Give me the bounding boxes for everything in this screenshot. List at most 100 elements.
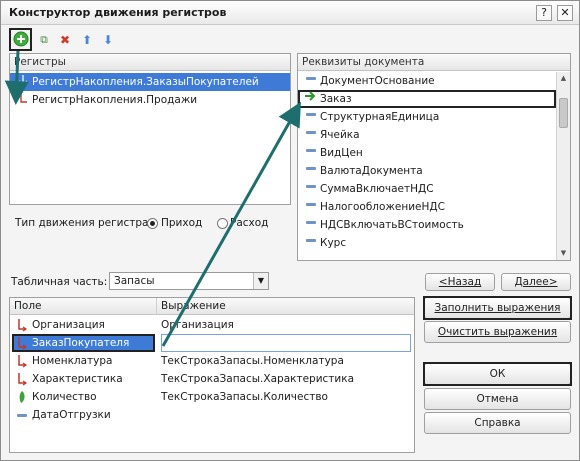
title-bar: Конструктор движения регистров ? ✕ <box>1 1 579 25</box>
help-icon[interactable]: ? <box>536 5 552 21</box>
radio-income[interactable] <box>147 218 158 229</box>
register-item-label: РегистрНакопления.ЗаказыПокупателей <box>32 76 259 88</box>
grid-header-expr: Выражение <box>157 298 414 315</box>
move-up-icon[interactable]: ⬆ <box>78 31 96 49</box>
attribute-icon <box>304 108 318 126</box>
requisite-item[interactable]: Ячейка <box>298 126 556 144</box>
requisite-item[interactable]: Курс <box>298 234 556 252</box>
field-cell: Организация <box>32 319 105 331</box>
copy-icon[interactable]: ⧉ <box>35 31 53 49</box>
back-button-label: <Назад <box>438 276 482 288</box>
help-button-label: Справка <box>474 417 521 429</box>
requisite-item-label: Заказ <box>320 93 352 105</box>
table-row[interactable]: ЗаказПокупателя <box>10 334 414 352</box>
attribute-icon <box>304 180 318 198</box>
table-row[interactable]: Характеристика ТекСтрокаЗапасы.Характерис… <box>10 370 414 388</box>
scroll-thumb[interactable] <box>559 98 568 128</box>
requisite-item-label: ДокументОснование <box>320 75 435 87</box>
dimension-icon <box>16 352 28 370</box>
field-cell: ДатаОтгрузки <box>32 409 111 421</box>
close-icon[interactable]: ✕ <box>557 5 573 21</box>
requisite-item[interactable]: СуммаВключаетНДС <box>298 180 556 198</box>
register-icon <box>16 73 30 93</box>
radio-expense[interactable] <box>217 218 228 229</box>
move-down-icon[interactable]: ⬇ <box>99 31 117 49</box>
register-movement-wizard-window: Конструктор движения регистров ? ✕ ⧉ ✖ ⬆… <box>0 0 580 461</box>
dimension-icon <box>16 334 28 352</box>
delete-icon[interactable]: ✖ <box>56 31 74 49</box>
attribute-icon <box>16 406 28 424</box>
dimension-icon <box>16 370 28 388</box>
clear-expressions-button[interactable]: Очистить выражения <box>424 321 571 343</box>
tabular-part-select[interactable]: Запасы ▼ <box>109 272 269 290</box>
cancel-button-label: Отмена <box>476 393 519 405</box>
help-button[interactable]: Справка <box>424 412 571 434</box>
requisite-item-label: ВалютаДокумента <box>320 165 423 177</box>
requisite-item[interactable]: НДСВключатьВСтоимость <box>298 216 556 234</box>
add-circle-icon <box>13 31 29 47</box>
table-row[interactable]: Организация Организация <box>10 316 414 334</box>
requisite-item[interactable]: ВалютаДокумента <box>298 162 556 180</box>
table-row[interactable]: ДатаОтгрузки <box>10 406 414 424</box>
grid-body: Организация Организация ЗаказПокупателя Ном… <box>10 316 414 452</box>
requisite-item-label: НалогообложениеНДС <box>320 201 445 213</box>
next-button[interactable]: Далее> <box>501 273 571 291</box>
fill-button-highlight <box>423 296 572 320</box>
registers-header: Регистры <box>10 54 290 71</box>
back-button[interactable]: <Назад <box>425 273 495 291</box>
attribute-icon <box>304 72 318 90</box>
requisite-item[interactable]: СтруктурнаяЕдиница <box>298 108 556 126</box>
resource-icon <box>16 388 28 406</box>
register-item[interactable]: РегистрНакопления.ЗаказыПокупателей <box>10 73 290 91</box>
requisites-header: Реквизиты документа <box>298 54 570 71</box>
register-icon <box>16 91 30 111</box>
requisites-list: ДокументОснование Заказ СтруктурнаяЕдиница… <box>298 72 556 252</box>
field-cell: Количество <box>32 391 97 403</box>
add-register-button[interactable] <box>12 31 30 49</box>
register-item[interactable]: РегистрНакопления.Продажи <box>10 91 290 109</box>
requisite-item[interactable]: Заказ <box>298 90 556 108</box>
attribute-icon <box>304 144 318 162</box>
requisite-item-label: ВидЦен <box>320 147 363 159</box>
requisites-scrollbar[interactable]: ▲ ▼ <box>556 72 570 260</box>
field-cell: Характеристика <box>32 373 123 385</box>
window-title: Конструктор движения регистров <box>9 6 227 19</box>
expression-cell[interactable]: Организация <box>161 316 411 334</box>
requisite-item-label: СтруктурнаяЕдиница <box>320 111 440 123</box>
field-cell: Номенклатура <box>32 355 113 367</box>
expression-cell[interactable]: ТекСтрокаЗапасы.Номенклатура <box>161 352 411 370</box>
chevron-down-icon[interactable]: ▼ <box>253 273 268 289</box>
attribute-icon <box>304 198 318 216</box>
expression-cell[interactable] <box>161 406 411 424</box>
grid-header-field: Поле <box>10 298 157 315</box>
dimension-icon <box>16 316 28 334</box>
table-row[interactable]: Номенклатура ТекСтрокаЗапасы.Номенклатура <box>10 352 414 370</box>
requisite-item[interactable]: ВидЦен <box>298 144 556 162</box>
register-item-label: РегистрНакопления.Продажи <box>32 94 198 106</box>
tabular-part-label: Табличная часть: <box>11 276 108 288</box>
attribute-icon <box>304 234 318 252</box>
attribute-icon <box>304 216 318 234</box>
attribute-icon <box>304 162 318 180</box>
mapping-grid: Поле Выражение Организация Организация Зак… <box>9 297 415 453</box>
requisite-item[interactable]: ДокументОснование <box>298 72 556 90</box>
requisite-item-label: СуммаВключаетНДС <box>320 183 434 195</box>
requisite-item-label: НДСВключатьВСтоимость <box>320 219 464 231</box>
pointer-arrow-icon <box>304 90 318 108</box>
expression-cell[interactable] <box>161 334 411 352</box>
clear-expressions-label: Очистить выражения <box>437 326 558 338</box>
requisite-item[interactable]: НалогообложениеНДС <box>298 198 556 216</box>
cancel-button[interactable]: Отмена <box>424 388 571 410</box>
radio-income-label: Приход <box>161 217 203 229</box>
registers-panel: Регистры РегистрНакопления.ЗаказыПокупат… <box>9 53 291 205</box>
attribute-icon <box>304 126 318 144</box>
expression-cell[interactable]: ТекСтрокаЗапасы.Количество <box>161 388 411 406</box>
requisites-panel: Реквизиты документа ДокументОснование Зак… <box>297 53 571 261</box>
expression-cell[interactable]: ТекСтрокаЗапасы.Характеристика <box>161 370 411 388</box>
table-row[interactable]: Количество ТекСтрокаЗапасы.Количество <box>10 388 414 406</box>
tabular-part-value: Запасы <box>114 275 155 287</box>
requisite-item-label: Курс <box>320 237 347 249</box>
movement-type-label: Тип движения регистра: <box>15 217 152 229</box>
field-cell: ЗаказПокупателя <box>32 337 130 349</box>
requisite-item-label: Ячейка <box>320 129 360 141</box>
